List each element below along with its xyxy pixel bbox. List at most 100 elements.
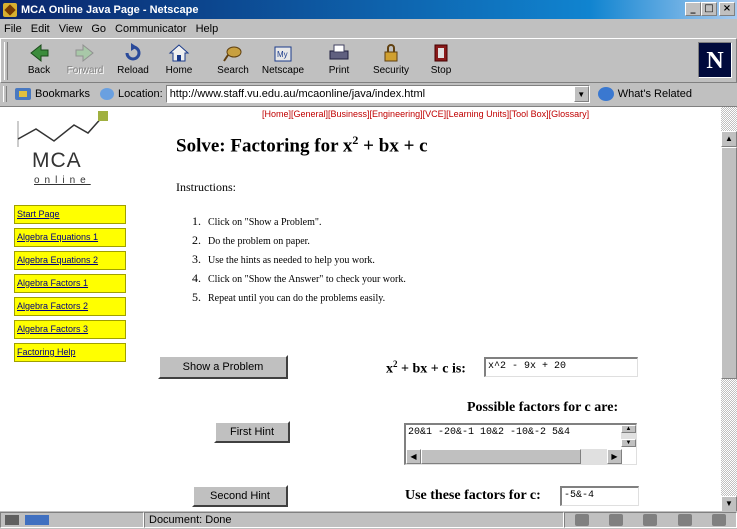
scroll-up-icon[interactable]: ▲ (621, 425, 636, 433)
url-dropdown-icon[interactable]: ▼ (573, 86, 589, 102)
bookmarks-label: Bookmarks (35, 88, 91, 100)
second-hint-button[interactable]: Second Hint (192, 485, 288, 507)
factors-textarea[interactable]: 20&1 -20&-1 10&2 -10&-2 5&4 ▲ ▼ ◀ ▶ (404, 423, 637, 465)
netscape-label: Netscape (261, 65, 305, 76)
menu-file[interactable]: File (4, 23, 22, 35)
nav-algebra-factors-3[interactable]: Algebra Factors 3 (14, 320, 126, 339)
scroll-down-icon[interactable]: ▼ (621, 439, 636, 447)
problem-label: x2 + bx + c is: (386, 359, 466, 377)
stop-label: Stop (430, 65, 452, 76)
search-icon (222, 43, 244, 63)
factors-label: Possible factors for c are: (467, 400, 619, 415)
menu-help[interactable]: Help (196, 23, 219, 35)
addressbook-icon[interactable] (677, 514, 692, 526)
whats-related-button[interactable]: What's Related (597, 87, 692, 101)
forward-label: Forward (66, 65, 104, 76)
scroll-left-icon[interactable]: ◀ (406, 449, 421, 464)
menu-view[interactable]: View (59, 23, 83, 35)
menu-go[interactable]: Go (91, 23, 106, 35)
netscape-button[interactable]: My Netscape (259, 41, 307, 81)
page-scroll-down-icon[interactable]: ▼ (721, 496, 737, 511)
problem-field[interactable]: x^2 - 9x + 20 (484, 357, 638, 377)
security-label: Security (372, 65, 410, 76)
page-vertical-scrollbar[interactable]: ▲ ▼ (721, 107, 737, 511)
netscape-app-icon (3, 2, 17, 17)
newsgroups-icon[interactable] (643, 514, 658, 526)
nav-algebra-factors-1[interactable]: Algebra Factors 1 (14, 274, 126, 293)
menu-communicator[interactable]: Communicator (115, 23, 187, 35)
forward-button[interactable]: Forward (61, 41, 109, 81)
url-text: http://www.staff.vu.edu.au/mcaonline/jav… (169, 88, 426, 100)
online-status-icon[interactable] (25, 515, 49, 525)
mca-logo[interactable]: MCA online (14, 111, 118, 189)
reload-button[interactable]: Reload (109, 41, 157, 81)
url-input[interactable]: http://www.staff.vu.edu.au/mcaonline/jav… (165, 85, 590, 103)
status-security-area (0, 512, 144, 528)
maximize-button[interactable]: □ (701, 2, 717, 16)
window-title: MCA Online Java Page - Netscape (21, 3, 199, 16)
status-text: Document: Done (144, 512, 564, 528)
navigation-toolbar: Back Forward Reload Home Search My Netsc… (0, 38, 737, 83)
nav-algebra-equations-1[interactable]: Algebra Equations 1 (14, 228, 126, 247)
print-button[interactable]: Print (315, 41, 363, 81)
back-button[interactable]: Back (15, 41, 63, 81)
scroll-right-icon[interactable]: ▶ (607, 449, 622, 464)
search-button[interactable]: Search (209, 41, 257, 81)
security-button[interactable]: Security (367, 41, 415, 81)
factors-vertical-scrollbar[interactable]: ▲ ▼ (621, 425, 636, 447)
navigator-icon[interactable] (575, 514, 590, 526)
netscape-icon: My (272, 43, 294, 63)
logo-graph-icon (17, 111, 108, 147)
instruction-steps: 1. Click on "Show a Problem". 2. Do the pr… (192, 212, 406, 307)
step-item: 3. Use the hints as needed to help you wo… (192, 252, 375, 266)
location-toolbar: Bookmarks Location: http://www.staff.vu.… (0, 83, 737, 105)
home-label: Home (165, 65, 193, 76)
print-icon (328, 43, 350, 63)
page-scroll-up-icon[interactable]: ▲ (721, 131, 737, 147)
home-button[interactable]: Home (155, 41, 203, 81)
stop-icon (430, 43, 452, 63)
close-button[interactable]: × (719, 2, 735, 16)
window-title-bar[interactable]: MCA Online Java Page - Netscape _ □ × (0, 0, 737, 19)
nav-start-page[interactable]: Start Page (14, 205, 126, 224)
title-suffix: + bx + c (358, 135, 428, 157)
stop-button[interactable]: Stop (417, 41, 465, 81)
bookmarks-button[interactable]: Bookmarks (15, 88, 90, 100)
back-label: Back (27, 65, 51, 76)
location-page-icon[interactable] (100, 88, 115, 100)
page-title: Solve: Factoring for x2 + bx + c (176, 133, 428, 157)
use-factors-field[interactable]: -5&-4 (560, 486, 639, 506)
logo-subtext: online (34, 175, 91, 186)
page-scroll-thumb[interactable] (721, 147, 737, 379)
lock-icon (380, 43, 402, 63)
composer-icon[interactable] (711, 514, 726, 526)
home-icon (168, 43, 190, 63)
first-hint-button[interactable]: First Hint (214, 421, 290, 443)
step-item: 1. Click on "Show a Problem". (192, 214, 322, 228)
bookmarks-icon (15, 88, 31, 100)
minimize-button[interactable]: _ (685, 2, 701, 16)
menu-bar: File Edit View Go Communicator Help (0, 19, 737, 38)
security-status-icon[interactable] (5, 515, 19, 525)
side-navigation: Start Page Algebra Equations 1 Algebra E… (14, 205, 126, 366)
svg-text:My: My (277, 50, 288, 59)
toolbar-grip[interactable] (4, 42, 8, 80)
top-nav-links[interactable]: [Home][General][Business][Engineering][V… (262, 109, 589, 119)
mail-icon[interactable] (609, 514, 624, 526)
print-label: Print (328, 65, 350, 76)
reload-icon (122, 43, 144, 63)
netscape-throbber-logo[interactable]: N (698, 42, 732, 78)
location-grip[interactable] (3, 86, 7, 102)
factors-text: 20&1 -20&-1 10&2 -10&-2 5&4 (408, 427, 571, 438)
nav-factoring-help[interactable]: Factoring Help (14, 343, 126, 362)
step-item: 2. Do the problem on paper. (192, 233, 310, 247)
factors-horizontal-scrollbar[interactable]: ◀ ▶ (406, 449, 622, 464)
menu-edit[interactable]: Edit (31, 23, 50, 35)
step-item: 5. Repeat until you can do the problems e… (192, 290, 386, 304)
show-problem-button[interactable]: Show a Problem (158, 355, 288, 379)
nav-algebra-equations-2[interactable]: Algebra Equations 2 (14, 251, 126, 270)
search-label: Search (217, 65, 249, 76)
nav-algebra-factors-2[interactable]: Algebra Factors 2 (14, 297, 126, 316)
status-bar: Document: Done (0, 511, 737, 529)
scroll-thumb[interactable] (421, 449, 581, 464)
